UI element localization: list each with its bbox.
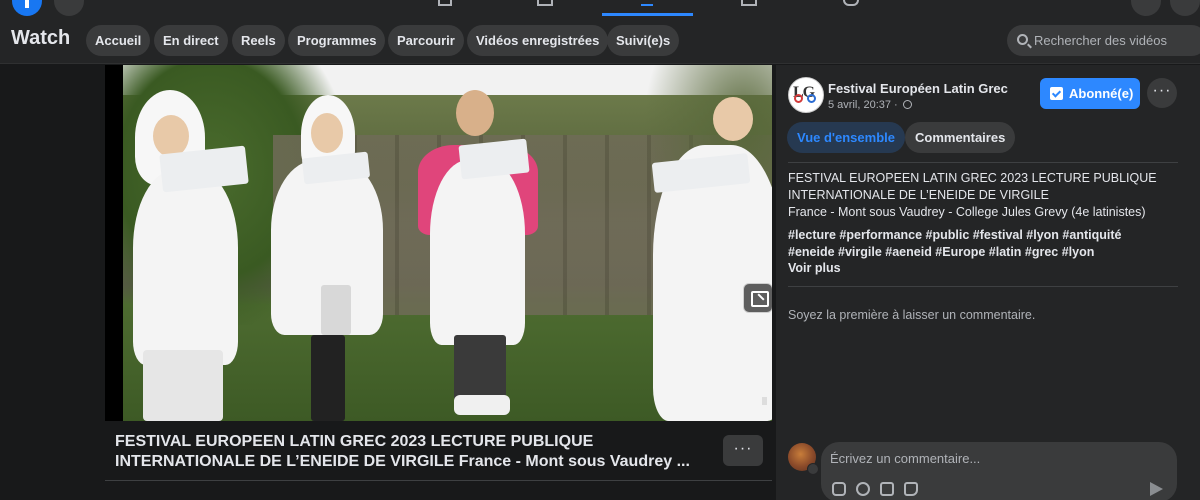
- more-dots-icon: ···: [733, 439, 753, 457]
- tab-parcourir[interactable]: Parcourir: [388, 25, 464, 56]
- tab-comments[interactable]: Commentaires: [905, 122, 1016, 153]
- emoji-icon[interactable]: [856, 482, 870, 496]
- tab-overview[interactable]: Vue d'ensemble: [787, 122, 905, 153]
- tab-en-direct[interactable]: En direct: [154, 25, 228, 56]
- top-navigation-bar: [0, 0, 1200, 16]
- avatar[interactable]: [788, 443, 819, 475]
- video-player[interactable]: [105, 65, 772, 421]
- watch-nav-icon[interactable]: [641, 0, 653, 6]
- see-more-link[interactable]: Voir plus: [788, 261, 841, 275]
- hashtags[interactable]: #lecture #performance #public #festival …: [788, 227, 1168, 261]
- picture-in-picture-button[interactable]: [743, 283, 772, 313]
- page-name[interactable]: Festival Européen Latin Grec: [828, 81, 1008, 96]
- page-title: Watch: [11, 27, 71, 49]
- post-date: 5 avril, 20:37 ·: [828, 99, 912, 111]
- facebook-logo-icon[interactable]: [12, 0, 42, 16]
- tab-accueil[interactable]: Accueil: [86, 25, 151, 56]
- comment-box[interactable]: [821, 442, 1177, 500]
- divider: [788, 286, 1178, 287]
- student-figure: [418, 90, 538, 421]
- page-avatar[interactable]: LG: [788, 77, 824, 113]
- check-icon: [1050, 87, 1063, 100]
- back-button[interactable]: [54, 0, 84, 16]
- mute-icon[interactable]: [760, 391, 772, 410]
- video-more-options-button[interactable]: ···: [723, 435, 763, 466]
- divider: [788, 162, 1178, 163]
- student-figure: [123, 90, 253, 421]
- marketplace-nav-icon[interactable]: [741, 0, 757, 6]
- video-title: FESTIVAL EUROPEEN LATIN GREC 2023 LECTUR…: [115, 433, 690, 470]
- avatar-sticker-icon[interactable]: [832, 482, 846, 496]
- divider: [105, 480, 772, 481]
- comment-input[interactable]: [830, 448, 1160, 468]
- watch-header: Watch Accueil En direct Reels Programmes…: [0, 16, 1200, 64]
- sticker-icon[interactable]: [904, 482, 918, 496]
- post-description: FESTIVAL EUROPEEN LATIN GREC 2023 LECTUR…: [788, 171, 1157, 219]
- video-frame: [123, 65, 772, 421]
- groups-nav-icon[interactable]: [843, 0, 859, 6]
- post-more-options-button[interactable]: ···: [1147, 78, 1177, 108]
- tab-suivis[interactable]: Suivi(e)s: [607, 25, 680, 56]
- search-icon: [1017, 34, 1028, 45]
- gif-icon[interactable]: [880, 482, 894, 496]
- student-figure: [263, 95, 393, 421]
- student-figure: [643, 75, 772, 421]
- pages-nav-icon[interactable]: [537, 0, 553, 6]
- subscribed-button[interactable]: Abonné(e): [1040, 78, 1140, 109]
- tab-reels[interactable]: Reels: [232, 25, 285, 56]
- notifications-button[interactable]: [1131, 0, 1161, 16]
- account-button[interactable]: [1170, 0, 1200, 16]
- tab-videos-enregistrees[interactable]: Vidéos enregistrées: [467, 25, 609, 56]
- send-icon[interactable]: [1150, 482, 1163, 496]
- home-nav-icon[interactable]: [438, 0, 452, 6]
- search-bar[interactable]: [1007, 25, 1200, 56]
- no-comments-message: Soyez la première à laisser un commentai…: [788, 308, 1036, 322]
- globe-icon: [902, 100, 912, 109]
- tab-programmes[interactable]: Programmes: [288, 25, 386, 56]
- post-details-panel: LG Festival Européen Latin Grec 5 avril,…: [776, 65, 1200, 500]
- search-input[interactable]: [1034, 25, 1200, 56]
- more-dots-icon: ···: [1152, 82, 1172, 100]
